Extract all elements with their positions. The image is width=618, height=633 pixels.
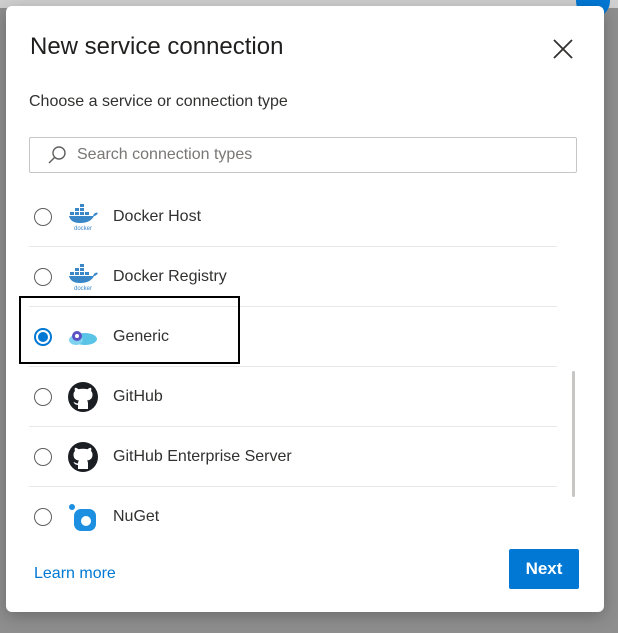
- new-service-connection-dialog: New service connection Choose a service …: [6, 6, 604, 612]
- connection-type-github-enterprise-server[interactable]: GitHub Enterprise Server: [29, 427, 557, 487]
- connection-type-list: docker Docker Host docker Docker Registr…: [29, 187, 557, 532]
- connection-type-nuget[interactable]: NuGet: [29, 487, 557, 532]
- connection-type-generic[interactable]: Generic: [29, 307, 557, 367]
- radio-button[interactable]: [34, 267, 52, 286]
- connection-type-label: GitHub Enterprise Server: [113, 447, 292, 465]
- connection-type-github[interactable]: GitHub: [29, 367, 557, 427]
- radio-button[interactable]: [34, 387, 52, 406]
- search-box[interactable]: [29, 137, 577, 173]
- dialog-subtitle: Choose a service or connection type: [29, 93, 288, 110]
- connection-type-label: Generic: [113, 327, 170, 345]
- radio-button[interactable]: [34, 447, 52, 466]
- connection-type-docker-registry[interactable]: docker Docker Registry: [29, 247, 557, 307]
- close-icon: [553, 39, 573, 59]
- svg-text:docker: docker: [74, 286, 92, 292]
- radio-button-selected[interactable]: [34, 327, 52, 346]
- connection-type-label: NuGet: [113, 508, 160, 525]
- github-icon: [67, 381, 99, 413]
- github-icon: [67, 441, 99, 473]
- docker-icon: docker: [67, 201, 99, 233]
- nuget-icon: [67, 501, 99, 532]
- connection-type-docker-host[interactable]: docker Docker Host: [29, 187, 557, 247]
- search-input[interactable]: [75, 139, 559, 171]
- next-button[interactable]: Next: [509, 549, 579, 589]
- search-icon: [48, 146, 66, 164]
- radio-button[interactable]: [34, 207, 52, 226]
- connection-type-label: Docker Host: [113, 207, 202, 225]
- learn-more-link[interactable]: Learn more: [34, 565, 116, 583]
- connection-type-label: GitHub: [113, 387, 163, 405]
- list-scrollbar[interactable]: [572, 371, 575, 497]
- radio-button[interactable]: [34, 508, 52, 526]
- cloud-icon: [67, 321, 99, 353]
- svg-text:docker: docker: [74, 226, 92, 232]
- dialog-title: New service connection: [30, 33, 284, 60]
- connection-type-label: Docker Registry: [113, 267, 227, 285]
- docker-icon: docker: [67, 261, 99, 293]
- close-button[interactable]: [550, 36, 576, 62]
